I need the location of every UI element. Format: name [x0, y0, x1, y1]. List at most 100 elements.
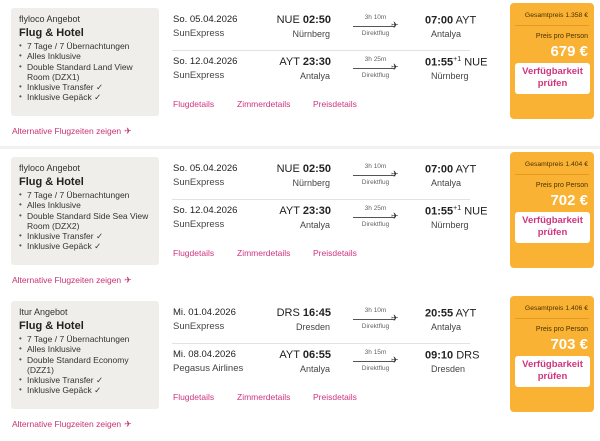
alternative-flights-link[interactable]: Alternative Flugzeiten zeigen ✈ [12, 419, 132, 430]
price-details-link[interactable]: Preisdetails [313, 99, 357, 109]
feature-item: Alles Inklusive [19, 51, 151, 62]
alternative-flights-link[interactable]: Alternative Flugzeiten zeigen ✈ [12, 275, 132, 286]
price-per-person: 703 € [550, 336, 588, 353]
total-price: Gesamtpreis 1.406 € [524, 305, 588, 312]
flight-date: Mi. 01.04.2026 [173, 307, 236, 318]
direct-label: Direktflug [361, 30, 390, 37]
offer-provider: flyloco Angebot [19, 14, 81, 24]
room-details-link[interactable]: Zimmerdetails [237, 99, 290, 109]
airplane-icon: ✈ [124, 419, 132, 429]
flight-duration: 3h 25m ✈ Direktflug [353, 56, 399, 84]
flight-date: So. 05.04.2026 [173, 14, 238, 25]
flight-details-link[interactable]: Flugdetails [173, 99, 214, 109]
price-box: Gesamtpreis 1.406 € Preis pro Person 703… [510, 296, 594, 412]
total-price: Gesamtpreis 1.358 € [524, 12, 588, 19]
offer-list: flyloco Angebot Flug & Hotel 7 Tage / 7 … [0, 0, 600, 441]
flight-line [353, 319, 395, 320]
room-details-link[interactable]: Zimmerdetails [237, 248, 290, 258]
arrival-city: Nürnberg [431, 71, 469, 81]
divider [515, 318, 589, 319]
divider [172, 343, 470, 344]
flight-line [353, 68, 395, 69]
airplane-icon: ✈ [391, 169, 399, 179]
offer-card: flyloco Angebot Flug & Hotel 7 Tage / 7 … [0, 149, 600, 295]
price-per-person: 702 € [550, 192, 588, 209]
price-per-person-label: Preis pro Person [535, 326, 588, 333]
feature-item: 7 Tage / 7 Übernachtungen [19, 41, 151, 52]
flight-duration: 3h 15m ✈ Direktflug [353, 349, 399, 377]
divider [172, 199, 470, 200]
arrival-time: 07:00 AYT [425, 14, 477, 27]
outbound-flight: Mi. 01.04.2026 SunExpress DRS 16:45 Dres… [172, 305, 476, 345]
airplane-icon: ✈ [391, 62, 399, 72]
flight-line [353, 175, 395, 176]
divider [515, 174, 589, 175]
price-details-link[interactable]: Preisdetails [313, 392, 357, 402]
departure-time: AYT 06:55 [279, 349, 331, 361]
flight-line [353, 217, 395, 218]
airplane-icon: ✈ [124, 275, 132, 285]
arrival-city: Antalya [431, 178, 462, 188]
feature-item: 7 Tage / 7 Übernachtungen [19, 190, 151, 201]
flight-details-link[interactable]: Flugdetails [173, 248, 214, 258]
check-availability-button[interactable]: Verfügbarkeit prüfen [515, 63, 590, 94]
offer-features: 7 Tage / 7 Übernachtungen Alles Inklusiv… [19, 334, 151, 396]
arrival-time: 01:55+1 NUE [425, 56, 488, 69]
offer-type: Flug & Hotel [19, 27, 84, 39]
direct-label: Direktflug [361, 221, 390, 228]
flight-duration: 3h 10m ✈ Direktflug [353, 307, 399, 335]
check-availability-button[interactable]: Verfügbarkeit prüfen [515, 356, 590, 387]
offer-features: 7 Tage / 7 Übernachtungen Alles Inklusiv… [19, 190, 151, 252]
check-availability-button[interactable]: Verfügbarkeit prüfen [515, 212, 590, 243]
price-box: Gesamtpreis 1.404 € Preis pro Person 702… [510, 152, 594, 268]
room-details-link[interactable]: Zimmerdetails [237, 392, 290, 402]
offer-card: Itur Angebot Flug & Hotel 7 Tage / 7 Übe… [0, 293, 600, 441]
divider [172, 50, 470, 51]
departure-city: Nürnberg [292, 29, 330, 39]
outbound-flight: So. 05.04.2026 SunExpress NUE 02:50 Nürn… [172, 161, 476, 201]
outbound-flight: So. 05.04.2026 SunExpress NUE 02:50 Nürn… [172, 12, 476, 52]
feature-item: Inklusive Transfer ✓ [19, 231, 151, 242]
airplane-icon: ✈ [391, 313, 399, 323]
price-per-person: 679 € [550, 43, 588, 60]
airplane-icon: ✈ [391, 355, 399, 365]
offer-provider: flyloco Angebot [19, 163, 81, 173]
flight-date: So. 05.04.2026 [173, 163, 238, 174]
airplane-icon: ✈ [391, 20, 399, 30]
feature-item: Inklusive Gepäck ✓ [19, 385, 151, 396]
flight-date: So. 12.04.2026 [173, 205, 238, 216]
price-per-person-label: Preis pro Person [535, 182, 588, 189]
price-details-link[interactable]: Preisdetails [313, 248, 357, 258]
return-flight: So. 12.04.2026 SunExpress AYT 23:30 Anta… [172, 203, 487, 243]
direct-label: Direktflug [361, 72, 390, 79]
offer-summary: Itur Angebot Flug & Hotel 7 Tage / 7 Übe… [11, 301, 159, 409]
feature-item: Double Standard Side Sea View Room (DZX2… [19, 211, 151, 232]
departure-time: AYT 23:30 [279, 205, 331, 217]
airline-name: SunExpress [173, 321, 225, 332]
airline-name: SunExpress [173, 177, 225, 188]
offer-provider: Itur Angebot [19, 307, 68, 317]
flight-duration: 3h 10m ✈ Direktflug [353, 14, 399, 42]
airline-name: SunExpress [173, 70, 225, 81]
flight-details-link[interactable]: Flugdetails [173, 392, 214, 402]
offer-summary: flyloco Angebot Flug & Hotel 7 Tage / 7 … [11, 157, 159, 265]
divider [515, 25, 589, 26]
offer-summary: flyloco Angebot Flug & Hotel 7 Tage / 7 … [11, 8, 159, 116]
alternative-flights-link[interactable]: Alternative Flugzeiten zeigen ✈ [12, 126, 132, 137]
feature-item: Alles Inklusive [19, 200, 151, 211]
arrival-time: 07:00 AYT [425, 163, 477, 176]
feature-item: Double Standard Land View Room (DZX1) [19, 62, 151, 83]
offer-type: Flug & Hotel [19, 320, 84, 332]
airline-name: SunExpress [173, 219, 225, 230]
flight-date: So. 12.04.2026 [173, 56, 238, 67]
departure-city: Antalya [299, 71, 330, 81]
flight-duration: 3h 25m ✈ Direktflug [353, 205, 399, 233]
departure-city: Antalya [299, 364, 330, 374]
feature-item: Double Standard Economy (DZZ1) [19, 355, 151, 376]
total-price: Gesamtpreis 1.404 € [524, 161, 588, 168]
arrival-city: Antalya [431, 29, 462, 39]
flight-line [353, 26, 395, 27]
feature-item: Inklusive Transfer ✓ [19, 82, 151, 93]
offer-card: flyloco Angebot Flug & Hotel 7 Tage / 7 … [0, 0, 600, 146]
arrival-city: Antalya [431, 322, 462, 332]
